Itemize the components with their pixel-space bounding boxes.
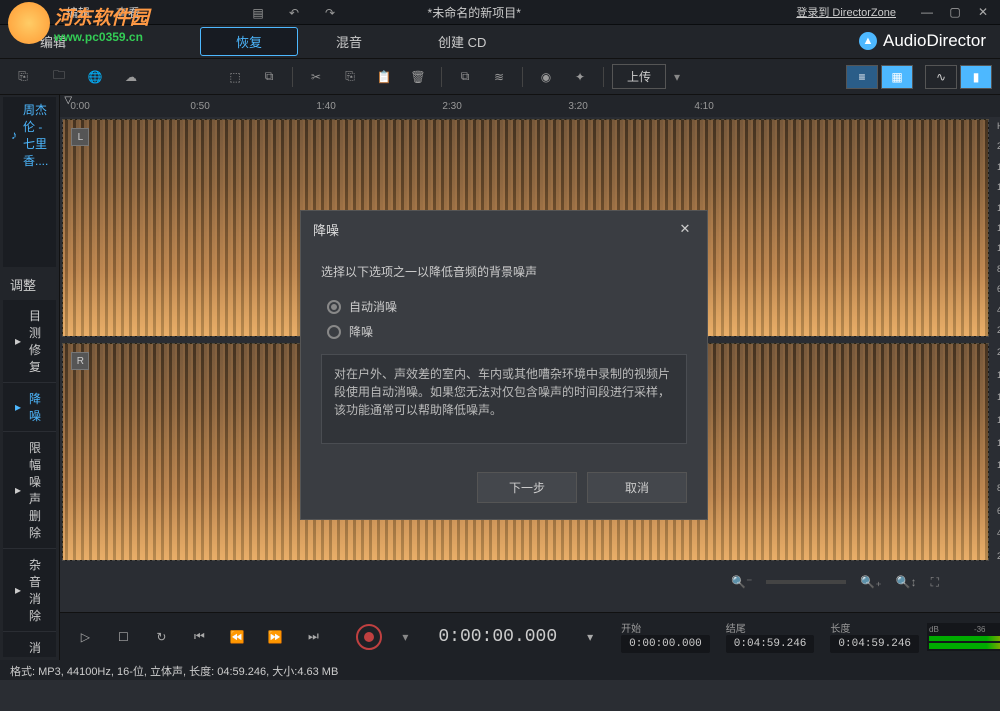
- adjust-clip-removal[interactable]: ▸限幅噪声删除: [3, 432, 56, 549]
- login-link[interactable]: 登录到 DirectorZone: [796, 4, 896, 20]
- adjust-noise-reduction[interactable]: ▸降噪: [3, 383, 56, 432]
- music-note-icon: ♪: [11, 128, 17, 142]
- save-icon[interactable]: ▤: [243, 0, 273, 26]
- adjust-header: 调整: [0, 269, 59, 300]
- view-wave-icon[interactable]: ≡: [846, 65, 878, 89]
- playhead-time: 0:00:00.000: [438, 627, 557, 647]
- tab-create-cd[interactable]: 创建 CD: [400, 27, 524, 56]
- loop-button[interactable]: ↻: [146, 622, 176, 652]
- select-tool-icon[interactable]: ⬚: [220, 64, 250, 90]
- noise-reduction-dialog: 降噪 ✕ 选择以下选项之一以降低音频的背景噪声 自动消噪 降噪 对在户外、声效差…: [300, 210, 708, 520]
- radio-auto-denoise[interactable]: 自动消噪: [321, 294, 687, 319]
- stop-button[interactable]: ☐: [108, 622, 138, 652]
- menu-edit-top[interactable]: 编辑: [54, 1, 102, 24]
- delete-icon[interactable]: 🗑: [403, 64, 433, 90]
- range-tool-icon[interactable]: ⧉: [254, 64, 284, 90]
- skip-end-button[interactable]: ⏭: [298, 622, 328, 652]
- zoom-in-v-icon[interactable]: 🔍↕: [896, 575, 917, 589]
- tab-mix[interactable]: 混音: [298, 27, 400, 56]
- zoom-slider[interactable]: [766, 580, 846, 584]
- import-file-icon[interactable]: ⎘: [8, 64, 38, 90]
- radio-noise-reduction[interactable]: 降噪: [321, 319, 687, 344]
- adjust-visual-repair[interactable]: ▸目测修复: [3, 300, 56, 383]
- cut-icon[interactable]: ✂: [301, 64, 331, 90]
- effect2-icon[interactable]: ✦: [565, 64, 595, 90]
- level-meter: dB-360: [927, 623, 1000, 651]
- file-item[interactable]: ♪ 周杰伦 - 七里香....: [3, 97, 56, 173]
- rewind-button[interactable]: ⏪: [222, 622, 252, 652]
- view-mode1-icon[interactable]: ∿: [925, 65, 957, 89]
- zoom-in-h-icon[interactable]: 🔍₊: [860, 575, 881, 589]
- skip-start-button[interactable]: ⏮: [184, 622, 214, 652]
- file-list: ♪ 周杰伦 - 七里香....: [3, 97, 56, 267]
- normalize-icon[interactable]: ≋: [484, 64, 514, 90]
- channel-badge-L: L: [71, 128, 89, 146]
- import-folder-icon[interactable]: 🗀: [44, 64, 74, 90]
- time-length[interactable]: 0:04:59.246: [830, 635, 919, 653]
- radio-icon: [327, 325, 341, 339]
- zoom-out-icon[interactable]: 🔍⁻: [731, 575, 752, 589]
- cloud-icon[interactable]: ☁: [116, 64, 146, 90]
- copy-icon[interactable]: ⎘: [335, 64, 365, 90]
- time-options-icon[interactable]: ▾: [575, 622, 605, 652]
- close-button[interactable]: ✕: [970, 3, 996, 21]
- adjust-hum-removal[interactable]: ▸消除嗡嗡声: [3, 632, 56, 657]
- zoom-fit-icon[interactable]: ⛶: [931, 575, 939, 590]
- upload-button[interactable]: 上传: [612, 64, 666, 89]
- chevron-right-icon: ▸: [15, 400, 21, 414]
- forward-button[interactable]: ⏩: [260, 622, 290, 652]
- status-bar: 格式: MP3, 44100Hz, 16-位, 立体声, 长度: 04:59.2…: [0, 660, 1000, 680]
- minimize-button[interactable]: —: [914, 3, 940, 21]
- dialog-description: 对在户外、声效差的室内、车内或其他嘈杂环境中录制的视频片段使用自动消噪。如果您无…: [321, 354, 687, 444]
- dialog-close-button[interactable]: ✕: [675, 219, 695, 239]
- time-end[interactable]: 0:04:59.246: [726, 635, 815, 653]
- menu-view[interactable]: 查看: [104, 1, 152, 24]
- chevron-down-icon[interactable]: ▾: [674, 70, 680, 84]
- play-button[interactable]: ▷: [70, 622, 100, 652]
- adjust-click-removal[interactable]: ▸杂音消除: [3, 549, 56, 632]
- crop-icon[interactable]: ⧉: [450, 64, 480, 90]
- tab-edit[interactable]: 编辑: [40, 32, 66, 51]
- timeline-ruler[interactable]: ▽ 0:00 0:50 1:40 2:30 3:20 4:10: [60, 95, 1000, 117]
- tab-restore[interactable]: 恢复: [200, 27, 298, 56]
- chevron-down-icon[interactable]: ▾: [390, 622, 420, 652]
- undo-icon[interactable]: ↶: [279, 0, 309, 26]
- radio-icon: [327, 300, 341, 314]
- download-media-icon[interactable]: 🌐: [80, 64, 110, 90]
- chevron-right-icon: ▸: [15, 334, 21, 348]
- cancel-button[interactable]: 取消: [587, 472, 687, 503]
- effect1-icon[interactable]: ◉: [531, 64, 561, 90]
- record-button[interactable]: [356, 624, 382, 650]
- chevron-right-icon: ▸: [15, 583, 21, 597]
- next-button[interactable]: 下一步: [477, 472, 577, 503]
- channel-badge-R: R: [71, 352, 89, 370]
- menu-file[interactable]: 文件: [4, 1, 52, 24]
- time-start[interactable]: 0:00:00.000: [621, 635, 710, 653]
- dialog-prompt: 选择以下选项之一以降低音频的背景噪声: [321, 263, 687, 280]
- maximize-button[interactable]: ▢: [942, 3, 968, 21]
- view-spectro-icon[interactable]: ▦: [881, 65, 913, 89]
- dialog-title: 降噪: [313, 220, 339, 239]
- chevron-right-icon: ▸: [15, 483, 21, 497]
- logo-icon: ▲: [859, 32, 877, 50]
- view-mode2-icon[interactable]: ▮: [960, 65, 992, 89]
- app-logo: ▲ AudioDirector: [859, 31, 986, 51]
- redo-icon[interactable]: ↷: [315, 0, 345, 26]
- paste-icon[interactable]: 📋: [369, 64, 399, 90]
